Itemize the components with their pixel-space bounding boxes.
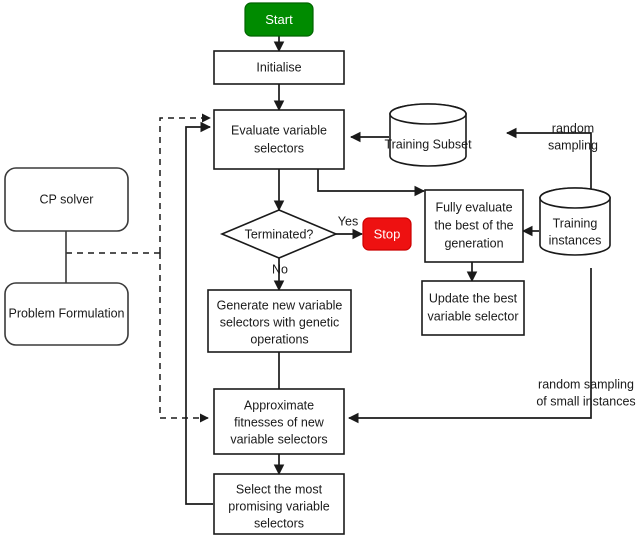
node-fully-evaluate-line1: Fully evaluate <box>435 200 512 214</box>
node-update-best-line2: variable selector <box>427 309 518 323</box>
annotation-random-sampling-line2: sampling <box>548 138 598 152</box>
node-select-line1: Select the most <box>236 482 323 496</box>
node-select-line3: selectors <box>254 516 304 530</box>
node-approximate-line1: Approximate <box>244 398 314 412</box>
node-evaluate-line2: selectors <box>254 141 304 155</box>
node-generate-line1: Generate new variable <box>217 298 343 312</box>
node-fully-evaluate-line3: generation <box>444 236 503 250</box>
edge-solver-to-evaluate-dashed <box>159 113 211 253</box>
flowchart-canvas: Start Initialise Evaluate variable selec… <box>4 2 636 535</box>
node-initialise-label: Initialise <box>256 60 301 74</box>
node-training-subset-datastore[interactable]: Training Subset <box>384 103 472 167</box>
node-generate-new-selectors[interactable]: Generate new variable selectors with gen… <box>207 289 352 353</box>
node-select-promising-selectors[interactable]: Select the most promising variable selec… <box>213 473 345 535</box>
node-stop[interactable]: Stop <box>362 217 412 251</box>
node-approximate-line3: variable selectors <box>230 432 327 446</box>
node-problem-formulation-label: Problem Formulation <box>8 306 124 320</box>
node-training-instances-line2: instances <box>549 233 602 247</box>
annotation-random-sampling-line1: random <box>552 121 594 135</box>
edge-label-yes: Yes <box>338 214 358 228</box>
node-evaluate-line1: Evaluate variable <box>231 123 327 137</box>
edge-evaluate-to-fully-evaluate <box>317 169 426 197</box>
node-start[interactable]: Start <box>244 2 314 37</box>
node-select-line2: promising variable <box>228 499 329 513</box>
flowchart-diagram: Start Initialise Evaluate variable selec… <box>0 0 640 538</box>
edge-label-no: No <box>272 262 288 276</box>
node-fully-evaluate-line2: the best of the <box>434 218 513 232</box>
node-training-instances-datastore[interactable]: Training instances <box>539 187 611 256</box>
node-generate-line2: selectors with genetic <box>220 315 340 329</box>
node-problem-formulation[interactable]: Problem Formulation <box>4 282 129 346</box>
node-terminated-decision[interactable]: Terminated? <box>219 209 339 259</box>
node-cp-solver-label: CP solver <box>40 192 94 206</box>
node-update-best-selector[interactable]: Update the best variable selector <box>421 280 525 336</box>
node-update-best-line1: Update the best <box>429 291 518 305</box>
node-stop-label: Stop <box>374 226 401 241</box>
annotation-small-sampling-line2: of small instances <box>536 394 635 408</box>
node-fully-evaluate-best[interactable]: Fully evaluate the best of the generatio… <box>424 189 524 263</box>
node-approximate-line2: fitnesses of new <box>234 415 325 429</box>
node-training-subset-label: Training Subset <box>384 137 472 151</box>
node-cp-solver[interactable]: CP solver <box>4 167 129 232</box>
annotation-small-sampling-line1: random sampling <box>538 377 634 391</box>
node-terminated-label: Terminated? <box>245 227 314 241</box>
node-training-instances-line1: Training <box>553 216 598 230</box>
node-approximate-fitnesses[interactable]: Approximate fitnesses of new variable se… <box>213 388 345 455</box>
node-start-label: Start <box>265 12 293 27</box>
node-evaluate-variable-selectors[interactable]: Evaluate variable selectors <box>213 109 345 170</box>
node-initialise[interactable]: Initialise <box>213 50 345 85</box>
node-generate-line3: operations <box>250 332 308 346</box>
edge-solver-to-approximate-dashed <box>159 253 209 423</box>
